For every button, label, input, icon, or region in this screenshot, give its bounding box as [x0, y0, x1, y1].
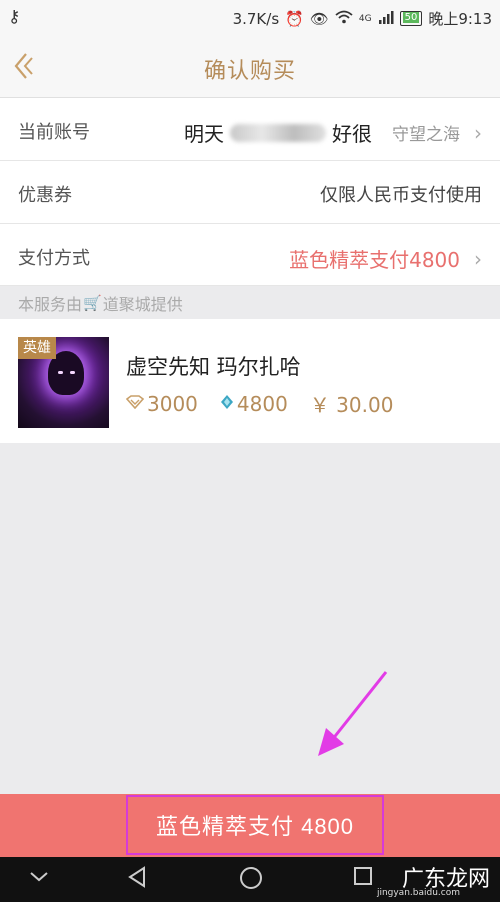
payment-method-row[interactable]: 支付方式 蓝色精萃支付4800 ›	[0, 224, 500, 286]
page-title: 确认购买	[203, 59, 296, 84]
hero-tag: 英雄	[18, 337, 56, 359]
provider-note: 本服务由 🛒 道聚城提供	[0, 286, 500, 319]
cart-icon: 🛒	[83, 293, 102, 312]
provider-prefix: 本服务由	[18, 294, 83, 314]
page-header: 确认购买	[0, 34, 500, 98]
home-circle-icon[interactable]	[238, 865, 264, 897]
signal-icon	[378, 10, 394, 27]
account-name-end: 好很	[332, 122, 372, 146]
clock: 晚上9:13	[428, 10, 492, 28]
ip-price-value: 3000	[147, 391, 198, 416]
blue-essence-icon	[220, 394, 234, 414]
recent-apps-icon[interactable]	[352, 865, 374, 893]
alarm-icon: ⏰	[285, 9, 304, 28]
watermark-subtext: jingyan.baidu.com	[376, 888, 460, 898]
battery-icon: 50	[399, 11, 423, 26]
be-price: 4800	[220, 389, 288, 418]
payment-label: 支付方式	[18, 248, 90, 269]
influence-points-icon	[125, 394, 145, 413]
account-name-start: 明天	[184, 122, 224, 146]
system-nav-bar: 广东龙网 jingyan.baidu.com	[0, 857, 500, 902]
hero-thumbnail: 英雄	[18, 337, 109, 428]
rmb-price: ￥ 30.00	[310, 389, 394, 418]
be-price-value: 4800	[236, 391, 288, 416]
ip-price: 3000	[125, 389, 198, 418]
coupon-label: 优惠券	[18, 185, 72, 206]
status-bar: ⚷ 3.7K/s ⏰ 👁 4G 50 晚上9:13	[0, 0, 500, 34]
product-card: 英雄 虚空先知 玛尔扎哈 3000 4800 ￥ 30.00	[0, 319, 500, 443]
redacted-name-blur	[230, 123, 326, 142]
product-name: 虚空先知 玛尔扎哈	[126, 355, 301, 379]
payment-value: 蓝色精萃支付4800	[289, 248, 460, 272]
chevron-right-icon: ›	[474, 120, 482, 145]
pay-button[interactable]: 蓝色精萃支付 4800	[126, 795, 384, 855]
back-triangle-icon[interactable]	[126, 865, 150, 895]
battery-level: 50	[402, 12, 420, 23]
annotation-arrow-icon	[318, 671, 388, 756]
hero-eye	[70, 371, 75, 374]
key-icon: ⚷	[8, 7, 21, 27]
network-type: 4G	[358, 13, 372, 24]
account-label: 当前账号	[18, 122, 90, 143]
provider-suffix: 道聚城提供	[102, 294, 183, 314]
price-list: 3000 4800 ￥ 30.00	[125, 389, 394, 418]
coupon-row[interactable]: 优惠券 仅限人民币支付使用	[0, 161, 500, 224]
wifi-icon	[335, 10, 353, 27]
coupon-value: 仅限人民币支付使用	[320, 185, 482, 206]
status-bar-right: 3.7K/s ⏰ 👁 4G 50 晚上9:13	[233, 8, 492, 29]
account-row[interactable]: 当前账号 明天 好很 守望之海 ›	[0, 98, 500, 161]
network-speed: 3.7K/s	[232, 9, 280, 28]
pay-bar: 蓝色精萃支付 4800	[0, 794, 500, 857]
account-value: 明天 好很 守望之海 ›	[184, 118, 482, 147]
rmb-price-value: ￥ 30.00	[309, 393, 394, 417]
eye-icon: 👁	[309, 9, 329, 28]
server-name: 守望之海	[392, 125, 460, 145]
payment-value-wrap: 蓝色精萃支付4800 ›	[289, 244, 482, 273]
hero-eye	[58, 371, 63, 374]
chevron-right-icon: ›	[474, 246, 482, 271]
chevron-down-icon[interactable]	[28, 865, 50, 893]
